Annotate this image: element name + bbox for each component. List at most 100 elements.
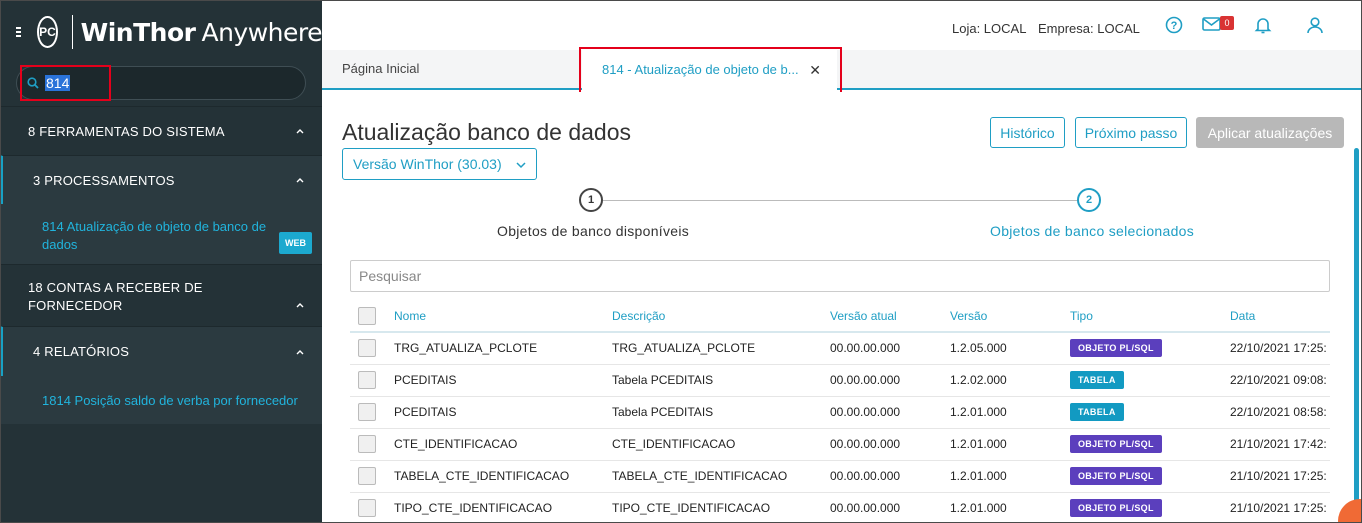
cell-versao: 1.2.01.000: [950, 396, 1070, 429]
tab-home[interactable]: Página Inicial: [342, 61, 419, 76]
cell-tipo: OBJETO PL/SQL: [1070, 460, 1230, 493]
cell-checkbox: [350, 364, 394, 397]
cell-descricao: TABELA_CTE_IDENTIFICACAO: [612, 460, 830, 493]
cell-nome: PCEDITAIS: [394, 364, 612, 397]
menu-group-contas-receber[interactable]: 18 CONTAS A RECEBER DE FORNECEDOR: [0, 264, 322, 326]
menu-item-814[interactable]: 814 Atualização de objeto de banco de da…: [0, 204, 322, 264]
pc-logo: PC: [37, 16, 58, 48]
step-1-circle[interactable]: 1: [579, 188, 603, 212]
cell-checkbox: [350, 460, 394, 493]
row-checkbox[interactable]: [358, 371, 376, 389]
cell-tipo: OBJETO PL/SQL: [1070, 332, 1230, 365]
svg-text:?: ?: [1171, 20, 1178, 32]
menu-group-ferramentas[interactable]: 8 FERRAMENTAS DO SISTEMA: [0, 106, 322, 155]
menu-item-label: 1814 Posição saldo de verba por forneced…: [42, 393, 298, 408]
cell-versao-atual: 00.00.00.000: [830, 364, 950, 397]
filter-input[interactable]: Pesquisar: [350, 260, 1330, 292]
row-checkbox[interactable]: [358, 435, 376, 453]
next-step-button[interactable]: Próximo passo: [1075, 117, 1187, 148]
cell-nome: TABELA_CTE_IDENTIFICACAO: [394, 460, 612, 493]
user-icon[interactable]: [1306, 16, 1324, 34]
row-checkbox[interactable]: [358, 467, 376, 485]
cell-versao-atual: 00.00.00.000: [830, 460, 950, 493]
chevron-up-icon: [296, 178, 304, 183]
step-2-label: Objetos de banco selecionados: [990, 223, 1195, 239]
menu-group-label: 18 CONTAS A RECEBER DE: [28, 280, 203, 295]
col-header-nome[interactable]: Nome: [394, 300, 612, 333]
table-row[interactable]: PCEDITAIS Tabela PCEDITAIS 00.00.00.000 1.2…: [350, 396, 1330, 429]
cell-versao-atual: 00.00.00.000: [830, 332, 950, 365]
type-badge: OBJETO PL/SQL: [1070, 435, 1162, 453]
type-badge: OBJETO PL/SQL: [1070, 499, 1162, 517]
cell-nome: PCEDITAIS: [394, 396, 612, 429]
cell-versao: 1.2.05.000: [950, 332, 1070, 365]
cell-data: 21/10/2021 17:25:: [1230, 492, 1330, 523]
version-select-value: Versão WinThor (30.03): [353, 156, 502, 172]
cell-data: 22/10/2021 09:08:: [1230, 364, 1330, 397]
web-badge: WEB: [279, 232, 312, 254]
chevron-up-icon: [296, 349, 304, 354]
cell-descricao: Tabela PCEDITAIS: [612, 396, 830, 429]
stepper-line: [592, 200, 1090, 201]
table-row[interactable]: PCEDITAIS Tabela PCEDITAIS 00.00.00.000 1.2…: [350, 364, 1330, 397]
mail-icon[interactable]: [1202, 16, 1222, 32]
bell-icon[interactable]: [1254, 16, 1272, 34]
menu-group-label: 8 FERRAMENTAS DO SISTEMA: [28, 123, 225, 139]
sidebar-menu: 8 FERRAMENTAS DO SISTEMA 3 PROCESSAMENTO…: [0, 106, 322, 424]
menu-icon[interactable]: [16, 27, 22, 37]
apply-updates-button[interactable]: Aplicar atualizações: [1196, 117, 1344, 148]
table-row[interactable]: CTE_IDENTIFICACAO CTE_IDENTIFICACAO 00.00.…: [350, 428, 1330, 461]
cell-descricao: Tabela PCEDITAIS: [612, 364, 830, 397]
type-badge: OBJETO PL/SQL: [1070, 339, 1162, 358]
cell-tipo: OBJETO PL/SQL: [1070, 492, 1230, 523]
main-content: Atualização banco de dados Versão WinTho…: [322, 92, 1362, 523]
cell-nome: TIPO_CTE_IDENTIFICACAO: [394, 492, 612, 523]
type-badge: TABELA: [1070, 371, 1124, 389]
col-header-versao[interactable]: Versão: [950, 300, 1070, 333]
table-row[interactable]: TIPO_CTE_IDENTIFICACAO TIPO_CTE_IDENTIFIC…: [350, 492, 1330, 523]
cell-nome: CTE_IDENTIFICACAO: [394, 428, 612, 461]
brand-suffix: Anywhere: [201, 17, 322, 47]
step-1-label: Objetos de banco disponíveis: [497, 223, 690, 239]
row-checkbox[interactable]: [358, 403, 376, 421]
col-header-versao-atual[interactable]: Versão atual: [830, 300, 950, 333]
menu-group-processamentos[interactable]: 3 PROCESSAMENTOS: [0, 155, 322, 204]
cell-versao: 1.2.01.000: [950, 428, 1070, 461]
cell-descricao: CTE_IDENTIFICACAO: [612, 428, 830, 461]
cell-versao-atual: 00.00.00.000: [830, 428, 950, 461]
cell-data: 22/10/2021 17:25:: [1230, 332, 1330, 365]
top-bar: Loja: LOCAL Empresa: LOCAL ? 0: [322, 0, 1362, 50]
company-label: Empresa: LOCAL: [1038, 21, 1140, 36]
chevron-down-icon: [516, 162, 526, 169]
sidebar-header: PC WinThor Anywhere: [0, 0, 322, 64]
table-row[interactable]: TABELA_CTE_IDENTIFICACAO TABELA_CTE_IDENT…: [350, 460, 1330, 493]
store-label: Loja: LOCAL: [952, 21, 1027, 36]
mail-count-badge: 0: [1220, 16, 1234, 30]
history-button[interactable]: Histórico: [990, 117, 1065, 148]
menu-group-relatorios[interactable]: 4 RELATÓRIOS: [0, 326, 322, 376]
menu-group-label: 3 PROCESSAMENTOS: [33, 172, 175, 188]
sidebar: PC WinThor Anywhere 814 8 FERRAMENTAS DO…: [0, 0, 322, 523]
col-header-descricao[interactable]: Descrição: [612, 300, 830, 333]
scrollbar[interactable]: [1354, 148, 1359, 518]
version-select[interactable]: Versão WinThor (30.03): [342, 148, 537, 180]
row-checkbox[interactable]: [358, 499, 376, 517]
cell-checkbox: [350, 396, 394, 429]
select-all-checkbox[interactable]: [358, 306, 376, 325]
cell-checkbox: [350, 492, 394, 523]
col-header-data[interactable]: Data: [1230, 300, 1330, 333]
menu-item-1814[interactable]: 1814 Posição saldo de verba por forneced…: [0, 376, 322, 424]
step-2-circle[interactable]: 2: [1077, 188, 1101, 212]
tab-bar: Página Inicial 814 - Atualização de obje…: [322, 50, 1362, 90]
col-header-tipo[interactable]: Tipo: [1070, 300, 1230, 333]
brand-name: WinThor: [80, 17, 196, 47]
chevron-up-icon: [296, 129, 304, 134]
row-checkbox[interactable]: [358, 339, 376, 358]
help-icon[interactable]: ?: [1165, 16, 1183, 34]
cell-versao-atual: 00.00.00.000: [830, 396, 950, 429]
cell-versao: 1.2.02.000: [950, 364, 1070, 397]
cell-descricao: TIPO_CTE_IDENTIFICACAO: [612, 492, 830, 523]
table-header-row: Nome Descrição Versão atual Versão Tipo …: [350, 300, 1330, 333]
cell-versao: 1.2.01.000: [950, 460, 1070, 493]
table-row[interactable]: TRG_ATUALIZA_PCLOTE TRG_ATUALIZA_PCLOTE 00…: [350, 332, 1330, 365]
